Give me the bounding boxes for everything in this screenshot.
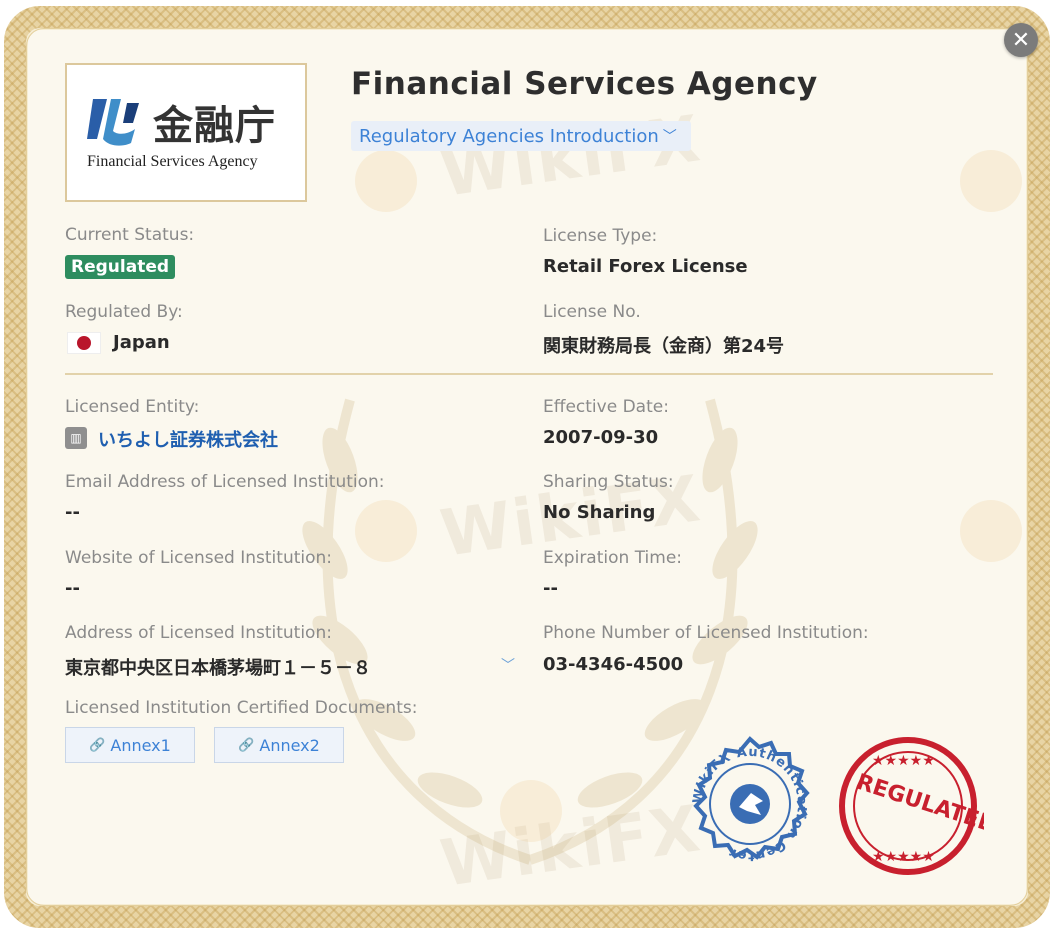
address-expand-chevron-icon[interactable]: ﹀ (501, 655, 515, 675)
page-title: Financial Services Agency (351, 66, 818, 102)
link-icon: 🔗 (238, 737, 255, 753)
licensed-entity-link[interactable]: いちよし証券株式会社 (98, 426, 278, 452)
section-divider (65, 373, 993, 375)
license-no-value: 関東財務局長（金商）第24号 (543, 336, 785, 357)
regulatory-intro-label: Regulatory Agencies Introduction (359, 125, 659, 147)
annex2-label: Annex2 (259, 735, 320, 755)
annex1-button[interactable]: 🔗 Annex1 (65, 727, 195, 763)
effective-date-value: 2007-09-30 (543, 427, 659, 448)
svg-text:★★★★★: ★★★★★ (872, 753, 935, 769)
license-no-label: License No. (543, 302, 641, 322)
sharing-status-value: No Sharing (543, 502, 656, 523)
fsa-emblem-icon (87, 99, 139, 146)
agency-logo: 金融庁 Financial Services Agency (65, 63, 307, 202)
email-value: -- (65, 502, 80, 523)
address-value: 東京都中央区日本橋茅場町１－５－８ (65, 658, 371, 679)
website-value: -- (65, 578, 80, 599)
effective-date-label: Effective Date: (543, 397, 669, 417)
sharing-status-label: Sharing Status: (543, 472, 674, 492)
phone-value: 03-4346-4500 (543, 654, 684, 675)
regulated-by-value: Japan (113, 332, 170, 353)
regulatory-intro-dropdown[interactable]: Regulatory Agencies Introduction ﹀ (351, 121, 691, 151)
chevron-down-icon: ﹀ (662, 129, 677, 145)
license-type-value: Retail Forex License (543, 256, 748, 277)
close-icon: ✕ (1011, 27, 1031, 53)
seal-red-text: REGULATED (853, 770, 984, 839)
licensed-entity-label: Licensed Entity: (65, 397, 200, 417)
address-label: Address of Licensed Institution: (65, 623, 332, 643)
license-type-label: License Type: (543, 226, 658, 246)
link-icon: 🔗 (89, 737, 106, 753)
website-label: Website of Licensed Institution: (65, 548, 333, 568)
regulated-stamp-icon: ★★★★★ ★★★★★ REGULATED (839, 737, 984, 875)
status-badge: Regulated (65, 255, 176, 279)
annex1-label: Annex1 (110, 735, 171, 755)
expiration-value: -- (543, 578, 558, 599)
phone-label: Phone Number of Licensed Institution: (543, 623, 869, 643)
current-status-label: Current Status: (65, 225, 195, 245)
documents-label: Licensed Institution Certified Documents… (65, 698, 418, 718)
japan-flag-icon (67, 332, 101, 354)
building-icon: ▥ (65, 427, 87, 449)
close-button[interactable]: ✕ (1004, 23, 1038, 57)
email-label: Email Address of Licensed Institution: (65, 472, 385, 492)
logo-kanji-text: 金融庁 (153, 103, 276, 149)
annex2-button[interactable]: 🔗 Annex2 (214, 727, 344, 763)
svg-text:★★★★★: ★★★★★ (872, 849, 935, 865)
wikifx-authentication-seal-icon: WikiFX Authentication Center (691, 736, 810, 863)
regulated-by-label: Regulated By: (65, 302, 183, 322)
logo-english-text: Financial Services Agency (87, 153, 258, 170)
expiration-label: Expiration Time: (543, 548, 683, 568)
